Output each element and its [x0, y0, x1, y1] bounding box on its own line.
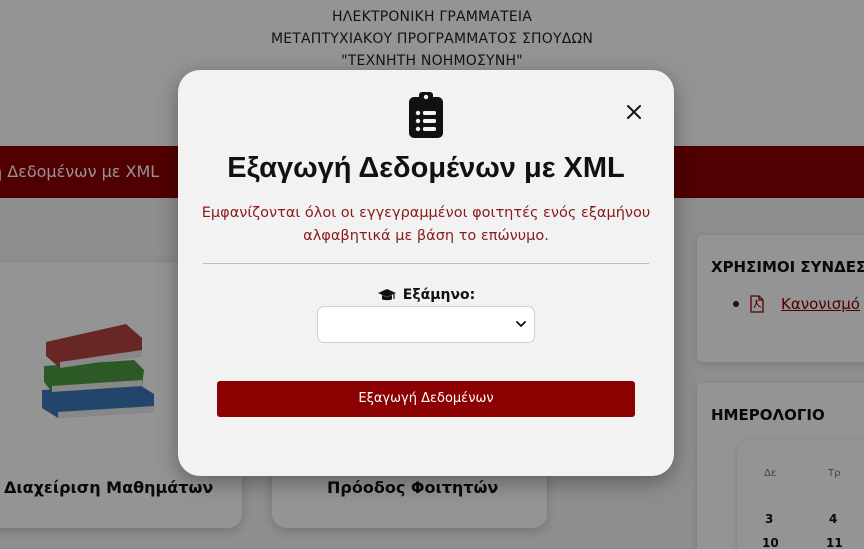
chevron-down-icon [516, 321, 526, 327]
clipboard-list-icon [409, 92, 443, 138]
semester-label: Εξάμηνο: [178, 287, 674, 303]
modal-description-line-2: αλφαβητικά με βάση το επώνυμο. [303, 228, 549, 244]
export-data-button[interactable]: Εξαγωγή Δεδομένων [217, 381, 635, 417]
modal-description-line-1: Εμφανίζονται όλοι οι εγγεγραμμένοι φοιτη… [201, 205, 651, 221]
modal-description: Εμφανίζονται όλοι οι εγγεγραμμένοι φοιτη… [188, 202, 664, 248]
semester-select[interactable] [317, 306, 535, 343]
divider [203, 263, 649, 264]
semester-label-text: Εξάμηνο: [402, 287, 476, 303]
export-xml-modal: Εξαγωγή Δεδομένων με XML Εμφανίζονται όλ… [178, 70, 674, 476]
modal-title: Εξαγωγή Δεδομένων με XML [227, 152, 625, 184]
graduation-cap-icon [377, 289, 396, 301]
close-icon[interactable] [623, 101, 645, 123]
